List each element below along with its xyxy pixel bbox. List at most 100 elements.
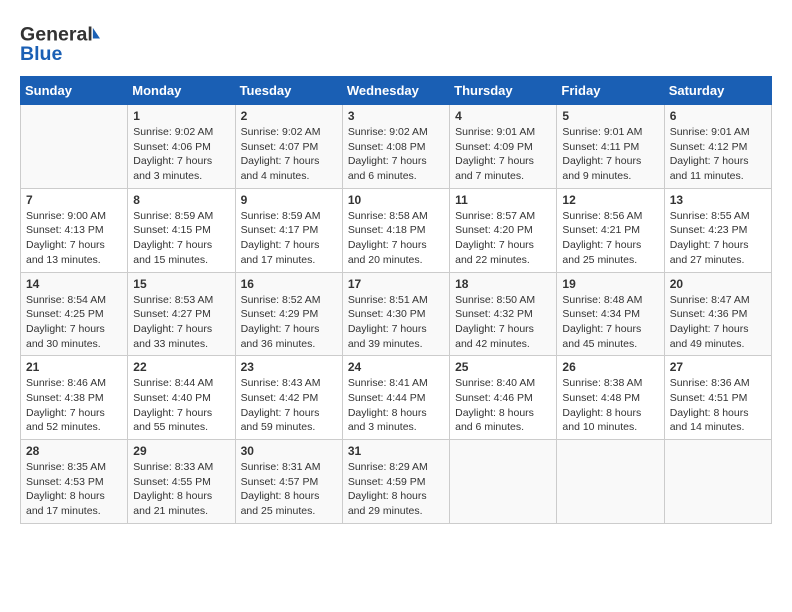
week-row-1: 1Sunrise: 9:02 AMSunset: 4:06 PMDaylight… [21,105,772,189]
day-number: 21 [26,360,122,374]
cell-info-line: and 20 minutes. [348,253,444,268]
cell-info-line: Daylight: 7 hours [562,322,658,337]
svg-text:Blue: Blue [20,43,62,65]
calendar-cell: 13Sunrise: 8:55 AMSunset: 4:23 PMDayligh… [664,188,771,272]
cell-info-line: Sunset: 4:36 PM [670,307,766,322]
cell-info-line: Sunrise: 9:02 AM [241,125,337,140]
cell-info-line: Daylight: 7 hours [26,238,122,253]
day-number: 18 [455,277,551,291]
cell-info-line: Daylight: 8 hours [348,406,444,421]
day-number: 6 [670,109,766,123]
cell-info-line: Sunset: 4:25 PM [26,307,122,322]
cell-info-line: Daylight: 7 hours [455,238,551,253]
cell-info-line: Sunrise: 8:53 AM [133,293,229,308]
cell-info-line: and 17 minutes. [241,253,337,268]
cell-info-line: Sunrise: 8:48 AM [562,293,658,308]
cell-info-line: Daylight: 7 hours [241,154,337,169]
cell-info-line: Daylight: 8 hours [241,489,337,504]
cell-info-line: and 13 minutes. [26,253,122,268]
calendar-cell: 12Sunrise: 8:56 AMSunset: 4:21 PMDayligh… [557,188,664,272]
day-number: 9 [241,193,337,207]
cell-info-line: Sunset: 4:46 PM [455,391,551,406]
cell-info-line: Sunset: 4:15 PM [133,223,229,238]
logo-svg: General Blue [20,20,100,66]
header-tuesday: Tuesday [235,77,342,105]
cell-info-line: Daylight: 8 hours [455,406,551,421]
calendar-cell: 21Sunrise: 8:46 AMSunset: 4:38 PMDayligh… [21,356,128,440]
cell-info-line: Daylight: 8 hours [670,406,766,421]
calendar-table: SundayMondayTuesdayWednesdayThursdayFrid… [20,76,772,524]
cell-info-line: Sunset: 4:44 PM [348,391,444,406]
cell-info-line: Daylight: 7 hours [133,154,229,169]
cell-info-line: and 3 minutes. [133,169,229,184]
cell-info-line: and 33 minutes. [133,337,229,352]
cell-info-line: Sunrise: 8:47 AM [670,293,766,308]
cell-info-line: Daylight: 7 hours [562,154,658,169]
calendar-cell: 1Sunrise: 9:02 AMSunset: 4:06 PMDaylight… [128,105,235,189]
cell-info-line: Daylight: 7 hours [348,154,444,169]
cell-info-line: Sunset: 4:20 PM [455,223,551,238]
cell-info-line: Sunrise: 8:55 AM [670,209,766,224]
cell-info-line: Sunrise: 9:01 AM [562,125,658,140]
cell-info-line: Daylight: 7 hours [26,322,122,337]
cell-info-line: Sunrise: 8:59 AM [133,209,229,224]
calendar-cell: 22Sunrise: 8:44 AMSunset: 4:40 PMDayligh… [128,356,235,440]
header-wednesday: Wednesday [342,77,449,105]
cell-info-line: Sunrise: 8:29 AM [348,460,444,475]
cell-info-line: Sunset: 4:12 PM [670,140,766,155]
day-number: 16 [241,277,337,291]
cell-info-line: Sunset: 4:30 PM [348,307,444,322]
cell-info-line: Sunset: 4:32 PM [455,307,551,322]
cell-info-line: and 25 minutes. [241,504,337,519]
calendar-cell: 8Sunrise: 8:59 AMSunset: 4:15 PMDaylight… [128,188,235,272]
cell-info-line: Daylight: 7 hours [670,154,766,169]
cell-info-line: and 9 minutes. [562,169,658,184]
cell-info-line: Daylight: 7 hours [241,322,337,337]
cell-info-line: Sunrise: 9:01 AM [670,125,766,140]
cell-info-line: Sunrise: 8:52 AM [241,293,337,308]
cell-info-line: Daylight: 7 hours [133,322,229,337]
day-number: 20 [670,277,766,291]
cell-info-line: and 30 minutes. [26,337,122,352]
cell-info-line: Daylight: 7 hours [241,238,337,253]
cell-info-line: Sunset: 4:06 PM [133,140,229,155]
calendar-cell: 15 Sunrise: 8:53 AMSunset: 4:27 PMDayligh… [128,272,235,356]
cell-info-line: Sunrise: 8:56 AM [562,209,658,224]
cell-info-line: Sunset: 4:42 PM [241,391,337,406]
calendar-cell: 16Sunrise: 8:52 AMSunset: 4:29 PMDayligh… [235,272,342,356]
cell-info-line: Sunset: 4:11 PM [562,140,658,155]
calendar-cell: 2Sunrise: 9:02 AMSunset: 4:07 PMDaylight… [235,105,342,189]
calendar-cell: 28Sunrise: 8:35 AMSunset: 4:53 PMDayligh… [21,440,128,524]
cell-info-line: Sunset: 4:07 PM [241,140,337,155]
cell-info-line: and 59 minutes. [241,420,337,435]
cell-info-line: and 11 minutes. [670,169,766,184]
cell-info-line: Daylight: 7 hours [562,238,658,253]
cell-info-line: Daylight: 7 hours [26,406,122,421]
logo: General Blue [20,20,100,66]
day-number: 26 [562,360,658,374]
cell-info-line: Sunrise: 8:33 AM [133,460,229,475]
page-header: General Blue [20,20,772,66]
cell-info-line: Sunset: 4:13 PM [26,223,122,238]
day-number: 14 [26,277,122,291]
calendar-cell [450,440,557,524]
calendar-cell: 23Sunrise: 8:43 AMSunset: 4:42 PMDayligh… [235,356,342,440]
cell-info-line: Daylight: 7 hours [455,154,551,169]
calendar-cell: 14 Sunrise: 8:54 AMSunset: 4:25 PMDayligh… [21,272,128,356]
cell-info-line: and 42 minutes. [455,337,551,352]
cell-info-line: and 6 minutes. [455,420,551,435]
cell-info-line: Sunrise: 9:00 AM [26,209,122,224]
cell-info-line: Daylight: 7 hours [670,238,766,253]
cell-info-line: Daylight: 8 hours [26,489,122,504]
cell-info-line: Sunrise: 8:50 AM [455,293,551,308]
calendar-cell [664,440,771,524]
cell-info-line: Sunset: 4:27 PM [133,307,229,322]
cell-info-line: Sunrise: 9:01 AM [455,125,551,140]
calendar-cell: 24Sunrise: 8:41 AMSunset: 4:44 PMDayligh… [342,356,449,440]
day-number: 3 [348,109,444,123]
day-number: 15 [133,277,229,291]
cell-info-line: Sunrise: 8:54 AM [26,293,122,308]
cell-info-line: Sunrise: 9:02 AM [133,125,229,140]
cell-info-line: and 21 minutes. [133,504,229,519]
calendar-cell: 31Sunrise: 8:29 AMSunset: 4:59 PMDayligh… [342,440,449,524]
